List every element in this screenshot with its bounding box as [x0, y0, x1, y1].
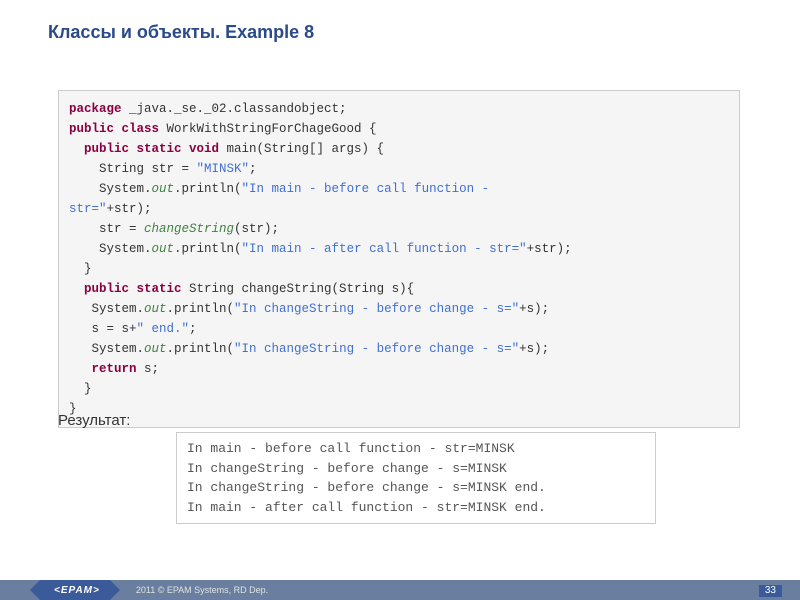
field: out — [144, 342, 167, 356]
code-text: System. — [69, 242, 152, 256]
code-text: .println( — [174, 242, 242, 256]
code-text: +str); — [527, 242, 572, 256]
code-text: s; — [137, 362, 160, 376]
code-text: (str); — [234, 222, 279, 236]
field: out — [144, 302, 167, 316]
output-block: In main - before call function - str=MIN… — [176, 432, 656, 524]
string-literal: "In main - after call function - str=" — [242, 242, 527, 256]
field: out — [152, 242, 175, 256]
code-text: .println( — [174, 182, 242, 196]
copyright-text: 2011 © EPAM Systems, RD Dep. — [136, 585, 268, 595]
code-text: String changeString(String s){ — [182, 282, 415, 296]
code-text: } — [69, 382, 92, 396]
code-block: package _java._se._02.classandobject; pu… — [58, 90, 740, 428]
code-text: System. — [69, 302, 144, 316]
code-text: str = — [69, 222, 144, 236]
code-text: _java._se._02.classandobject; — [122, 102, 347, 116]
code-text: System. — [69, 182, 152, 196]
keyword: public static — [69, 282, 182, 296]
keyword: return — [69, 362, 137, 376]
field: out — [152, 182, 175, 196]
code-text: ; — [189, 322, 197, 336]
result-label: Результат: — [58, 412, 130, 429]
code-text: s = s+ — [69, 322, 137, 336]
method-call: changeString — [144, 222, 234, 236]
page-title: Классы и объекты. Example 8 — [48, 22, 314, 43]
code-text: .println( — [167, 342, 235, 356]
page-number: 33 — [759, 585, 782, 597]
code-text: System. — [69, 342, 144, 356]
slide: Классы и объекты. Example 8 package _jav… — [0, 0, 800, 600]
footer: <EPAM> 2011 © EPAM Systems, RD Dep. 33 — [0, 580, 800, 600]
keyword: public static void — [69, 142, 219, 156]
keyword: package — [69, 102, 122, 116]
string-literal: "In changeString - before change - s=" — [234, 302, 519, 316]
string-literal: " end." — [137, 322, 190, 336]
string-literal: "In changeString - before change - s=" — [234, 342, 519, 356]
code-text: +s); — [519, 342, 549, 356]
code-text: WorkWithStringForChageGood { — [159, 122, 377, 136]
code-text: ; — [249, 162, 257, 176]
keyword: public class — [69, 122, 159, 136]
code-text: main(String[] args) { — [219, 142, 384, 156]
code-text: } — [69, 262, 92, 276]
code-text: +s); — [519, 302, 549, 316]
code-text: String str = — [69, 162, 197, 176]
code-text: +str); — [107, 202, 152, 216]
code-text: .println( — [167, 302, 235, 316]
brand-logo: <EPAM> — [40, 580, 110, 600]
string-literal: "MINSK" — [197, 162, 250, 176]
